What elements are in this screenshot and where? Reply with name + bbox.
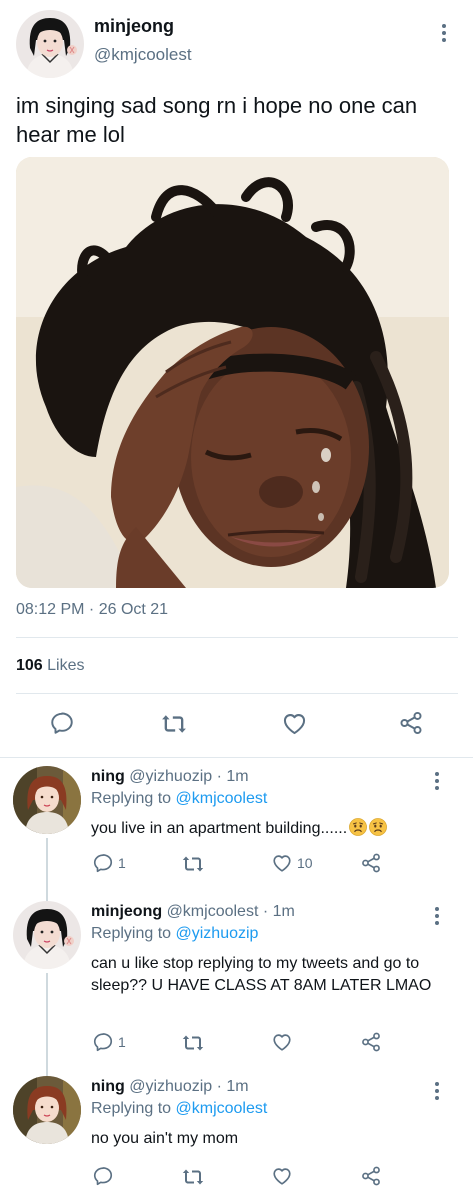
author-handle[interactable]: @yizhuozip (129, 1078, 212, 1095)
reply-text: you live in an apartment building...... (91, 820, 348, 837)
share-button[interactable] (360, 1031, 382, 1053)
like-button[interactable] (271, 1165, 293, 1187)
worried-face-emoji (369, 818, 387, 836)
reply-button[interactable]: 1 (92, 1031, 126, 1053)
reply-icon (92, 1165, 114, 1187)
retweet-icon (181, 1031, 205, 1055)
mention-link[interactable]: @kmjcoolest (176, 1100, 268, 1117)
retweet-button[interactable] (181, 852, 205, 876)
divider (16, 637, 458, 638)
share-icon (360, 1165, 382, 1187)
replying-to: Replying to @kmjcoolest (91, 1100, 267, 1118)
replying-prefix: Replying to (91, 925, 172, 942)
section-divider (0, 757, 473, 758)
share-button[interactable] (360, 852, 382, 874)
author-handle[interactable]: @kmjcoolest (167, 903, 259, 920)
reply-icon (92, 852, 114, 874)
share-icon (398, 710, 424, 736)
mention-link[interactable]: @kmjcoolest (176, 790, 268, 807)
reply-button[interactable] (49, 710, 75, 736)
retweet-button[interactable] (160, 710, 188, 738)
author-handle[interactable]: @yizhuozip (129, 768, 212, 785)
like-icon (281, 710, 308, 737)
separator: · (262, 903, 269, 920)
like-icon (271, 1031, 293, 1053)
share-icon (360, 852, 382, 874)
reply-header: minjeong @kmjcoolest · 1m (91, 903, 295, 921)
retweet-icon (160, 710, 188, 738)
like-count: 10 (297, 855, 313, 871)
tweet-photo[interactable] (16, 157, 449, 588)
replying-to: Replying to @yizhuozip (91, 925, 258, 943)
likes-label: Likes (47, 657, 85, 674)
crying-selfie-image (16, 157, 449, 588)
worried-face-emoji (349, 818, 367, 836)
reply-tweet[interactable]: ning @yizhuozip · 1m Replying to @kmjcoo… (0, 1070, 473, 1200)
thread-line (46, 838, 48, 895)
reply-time[interactable]: 1m (273, 903, 295, 920)
reply-icon (92, 1031, 114, 1053)
author-name[interactable]: ning (91, 768, 125, 785)
reply-header: ning @yizhuozip · 1m (91, 768, 249, 786)
retweet-icon (181, 1165, 205, 1189)
more-options-icon[interactable] (427, 1079, 447, 1103)
reply-text-line: you live in an apartment building...... (91, 818, 451, 840)
like-button[interactable]: 10 (271, 852, 313, 874)
tweet-text: im singing sad song rn i hope no one can… (16, 93, 418, 147)
share-icon (360, 1031, 382, 1053)
avatar[interactable] (16, 10, 84, 78)
more-options-icon[interactable] (427, 769, 447, 793)
reply-tweet[interactable]: minjeong @kmjcoolest · 1m Replying to @y… (0, 895, 473, 1070)
more-options-icon[interactable] (434, 21, 454, 45)
more-options-icon[interactable] (427, 904, 447, 928)
main-tweet: minjeong @kmjcoolest im singing sad song… (0, 0, 473, 758)
replying-prefix: Replying to (91, 790, 172, 807)
like-icon (271, 852, 293, 874)
share-button[interactable] (398, 710, 424, 736)
likes-summary[interactable]: 106 Likes (16, 657, 85, 675)
retweet-button[interactable] (181, 1031, 205, 1055)
avatar-image (16, 10, 84, 78)
reply-icon (49, 710, 75, 736)
like-icon (271, 1165, 293, 1187)
avatar-image (13, 766, 81, 834)
mention-link[interactable]: @yizhuozip (176, 925, 259, 942)
reply-count: 1 (118, 855, 126, 871)
reply-button[interactable]: 1 (92, 852, 126, 874)
retweet-button[interactable] (181, 1165, 205, 1189)
retweet-icon (181, 852, 205, 876)
author-name[interactable]: ning (91, 1078, 125, 1095)
like-button[interactable] (271, 1031, 293, 1053)
tweet-timestamp[interactable]: 08:12 PM · 26 Oct 21 (16, 601, 168, 619)
divider (16, 693, 458, 694)
replying-to: Replying to @kmjcoolest (91, 790, 267, 808)
like-button[interactable] (281, 710, 308, 737)
likes-count: 106 (16, 657, 43, 674)
author-handle[interactable]: @kmjcoolest (94, 45, 192, 65)
author-name[interactable]: minjeong (91, 903, 162, 920)
avatar[interactable] (13, 901, 81, 969)
reply-tweet[interactable]: ning @yizhuozip · 1m Replying to @kmjcoo… (0, 760, 473, 895)
reply-time[interactable]: 1m (226, 768, 248, 785)
author-name[interactable]: minjeong (94, 16, 174, 37)
replying-prefix: Replying to (91, 1100, 172, 1117)
reply-text: can u like stop replying to my tweets an… (91, 955, 432, 994)
thread-line (46, 973, 48, 1070)
reply-header: ning @yizhuozip · 1m (91, 1078, 249, 1096)
separator: · (216, 1078, 222, 1095)
avatar[interactable] (13, 766, 81, 834)
reply-count: 1 (118, 1034, 126, 1050)
avatar-image (13, 901, 81, 969)
reply-time[interactable]: 1m (226, 1078, 248, 1095)
avatar-image (13, 1076, 81, 1144)
share-button[interactable] (360, 1165, 382, 1187)
avatar[interactable] (13, 1076, 81, 1144)
reply-text: no you ain't my mom (91, 1130, 239, 1147)
separator: · (216, 768, 222, 785)
reply-button[interactable] (92, 1165, 114, 1187)
